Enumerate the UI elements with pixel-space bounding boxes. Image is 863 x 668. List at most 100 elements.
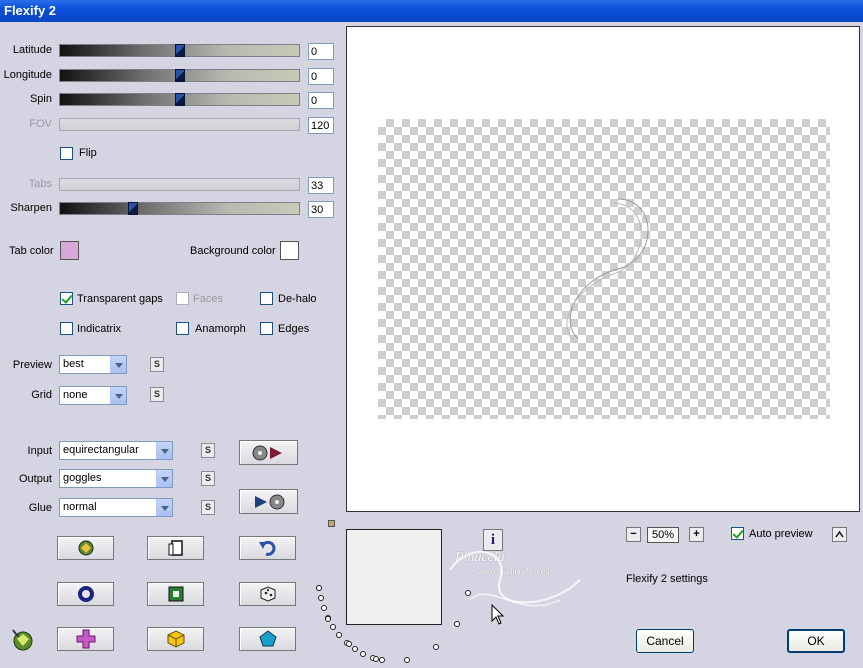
chevron-down-icon[interactable] (110, 387, 126, 404)
output-s-button[interactable]: S (201, 471, 215, 486)
chevron-up-icon (835, 530, 844, 538)
circle-button[interactable] (57, 582, 114, 606)
glue-s-button[interactable]: S (201, 500, 215, 515)
chevron-down-icon[interactable] (110, 356, 126, 373)
edges-label: Edges (278, 323, 310, 335)
flip-checkbox[interactable] (60, 147, 73, 160)
random-seed-button[interactable] (57, 536, 114, 560)
glue-label: Glue (28, 502, 52, 514)
anamorph-checkbox[interactable] (176, 322, 189, 335)
dial-dot[interactable] (345, 641, 352, 648)
cube-button[interactable] (147, 627, 204, 651)
grid-select[interactable]: none (59, 386, 127, 405)
zoom-out-button[interactable]: − (626, 527, 641, 542)
dial-dot[interactable] (432, 644, 439, 651)
settings-label: Flexify 2 settings (626, 573, 708, 585)
dial-dot[interactable] (454, 620, 461, 627)
preview-s-button[interactable]: S (150, 357, 164, 372)
spin-value[interactable]: 0 (308, 92, 334, 109)
sharpen-slider[interactable] (59, 202, 300, 215)
dial-dot[interactable] (320, 605, 327, 612)
dial-dot[interactable] (379, 657, 386, 663)
zoom-level: 50% (647, 527, 679, 543)
output-select[interactable]: goggles (59, 469, 173, 488)
page-icon (168, 540, 183, 556)
cross-button[interactable] (57, 627, 114, 651)
copy-button[interactable] (147, 536, 204, 560)
spin-label: Spin (29, 93, 52, 105)
chevron-down-icon[interactable] (156, 442, 172, 459)
sharpen-value[interactable]: 30 (308, 201, 334, 218)
cancel-button[interactable]: Cancel (636, 629, 694, 653)
preview-image (566, 198, 649, 344)
auto-preview-checkbox[interactable] (731, 527, 744, 540)
load-preset-button[interactable] (239, 440, 298, 465)
latitude-thumb[interactable] (175, 44, 185, 57)
longitude-thumb[interactable] (175, 69, 185, 82)
preview-select[interactable]: best (59, 355, 127, 374)
fov-value: 120 (308, 117, 334, 134)
input-select[interactable]: equirectangular (59, 441, 173, 460)
edges-checkbox[interactable] (260, 322, 273, 335)
dial-dot[interactable] (316, 584, 323, 591)
latitude-slider[interactable] (59, 44, 300, 57)
chevron-down-icon[interactable] (156, 499, 172, 516)
save-preset-button[interactable] (239, 489, 298, 514)
indicatrix-checkbox[interactable] (60, 322, 73, 335)
collapse-button[interactable] (832, 527, 847, 542)
dial-dot[interactable] (325, 616, 332, 623)
preview-canvas[interactable] (378, 119, 830, 419)
dial-dot[interactable] (465, 589, 472, 596)
transparent-gaps-checkbox[interactable] (60, 292, 73, 305)
input-s-button[interactable]: S (201, 443, 215, 458)
indicatrix-label: Indicatrix (77, 323, 122, 335)
auto-preview-label: Auto preview (749, 528, 813, 540)
sharpen-thumb[interactable] (128, 202, 138, 215)
dial-dot[interactable] (336, 632, 343, 639)
output-label: Output (18, 473, 52, 485)
zoom-in-button[interactable]: + (689, 527, 704, 542)
glue-select-value: normal (63, 501, 97, 513)
transparent-gaps-label: Transparent gaps (77, 293, 163, 305)
grid-label: Grid (31, 389, 52, 401)
gem-icon (78, 540, 93, 556)
spin-thumb[interactable] (175, 93, 185, 106)
preview-select-value: best (63, 358, 84, 370)
app-logo (9, 626, 35, 652)
ok-button[interactable]: OK (787, 629, 845, 653)
tab-color-swatch[interactable] (60, 241, 79, 260)
preview-pane[interactable] (346, 26, 860, 512)
dice-icon (260, 586, 275, 602)
film-save-icon (254, 494, 284, 509)
dice-button[interactable] (239, 582, 296, 606)
dial-dot[interactable] (317, 595, 324, 602)
spin-slider[interactable] (59, 93, 300, 106)
de-halo-checkbox[interactable] (260, 292, 273, 305)
window-title: Flexify 2 (4, 3, 57, 18)
fov-slider (59, 118, 300, 131)
square-button[interactable] (147, 582, 204, 606)
dial-dot[interactable] (330, 624, 337, 631)
undo-button[interactable] (239, 536, 296, 560)
dial-dot[interactable] (360, 650, 367, 657)
logo-icon (12, 629, 33, 651)
de-halo-label: De-halo (278, 293, 317, 305)
pentagon-button[interactable] (239, 627, 296, 651)
output-select-value: goggles (63, 472, 102, 484)
dial-dot[interactable] (351, 645, 358, 652)
background-color-swatch[interactable] (280, 241, 299, 260)
orientation-handle[interactable] (328, 520, 335, 527)
navigator-thumbnail[interactable] (346, 529, 442, 625)
longitude-value[interactable]: 0 (308, 68, 334, 85)
film-load-icon (252, 445, 282, 460)
dial-dot[interactable] (404, 656, 411, 663)
chevron-down-icon[interactable] (156, 470, 172, 487)
grid-s-button[interactable]: S (150, 387, 164, 402)
background-color-label: Background color (190, 245, 276, 257)
tabs-slider (59, 178, 300, 191)
longitude-slider[interactable] (59, 69, 300, 82)
longitude-label: Longitude (3, 69, 52, 81)
latitude-value[interactable]: 0 (308, 43, 334, 60)
glue-select[interactable]: normal (59, 498, 173, 517)
flip-label: Flip (79, 147, 97, 159)
